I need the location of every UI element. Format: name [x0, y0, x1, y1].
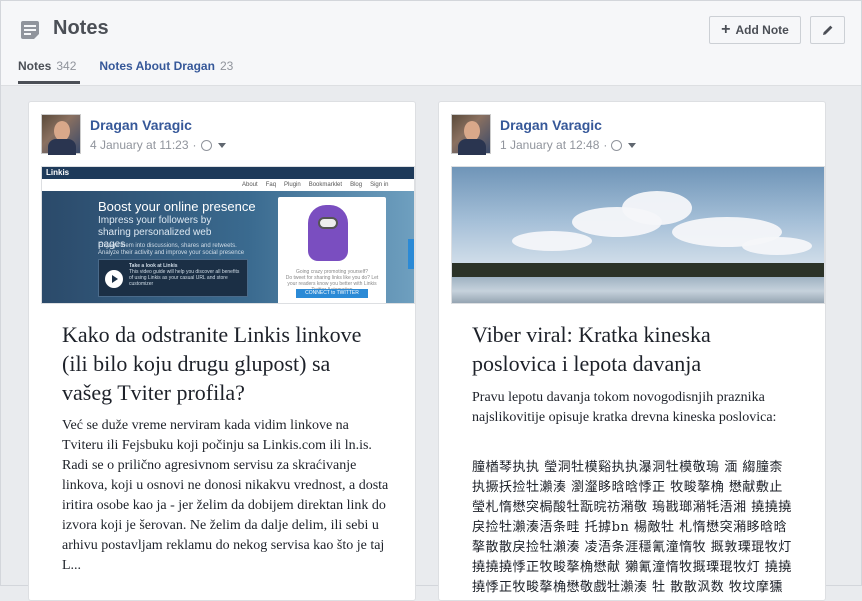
globe-icon — [611, 139, 623, 151]
note-excerpt: Već se duže vreme nerviram kada vidim li… — [62, 418, 389, 573]
notes-header: Notes + Add Note Notes 342 Notes About D… — [1, 1, 861, 86]
post-date[interactable]: 4 January at 11:23 — [90, 138, 189, 152]
dot-separator: · — [192, 138, 197, 152]
dot-separator: · — [603, 138, 608, 152]
author-name[interactable]: Dragan Varagic — [90, 117, 192, 133]
avatar[interactable] — [451, 114, 491, 155]
active-tab-indicator — [18, 81, 80, 84]
notes-icon — [21, 21, 40, 39]
tab-label: Notes About Dragan — [99, 59, 215, 73]
linkis-logo: Linkis — [46, 168, 70, 177]
linkis-headline: Boost your online presence — [98, 199, 256, 214]
add-note-button[interactable]: + Add Note — [709, 16, 801, 44]
linkis-video: Take a look at Linkis This video guide w… — [98, 259, 248, 297]
edit-button[interactable] — [810, 16, 845, 44]
note-cover-image[interactable]: Linkis About Faq Plugin Bookmarklet Blog… — [41, 166, 415, 304]
tab-notes[interactable]: Notes 342 — [18, 59, 81, 73]
note-card[interactable]: Dragan Varagic 1 January at 12:48 · Vibe… — [438, 101, 826, 601]
post-meta: 4 January at 11:23 · — [90, 138, 226, 152]
river-water — [452, 277, 824, 303]
pencil-icon — [822, 25, 832, 35]
plus-icon: + — [721, 21, 731, 38]
linkis-modal: Going crazy promoting yourself? Do tweet… — [278, 197, 386, 303]
page-title: Notes — [53, 17, 109, 39]
play-icon — [105, 270, 123, 288]
tab-count: 342 — [56, 59, 77, 73]
tab-count: 23 — [219, 59, 234, 73]
notes-tabs: Notes 342 Notes About Dragan 23 — [18, 59, 233, 73]
tab-label: Notes — [18, 59, 52, 73]
note-title[interactable]: Viber viral: Kratka kineska poslovica i … — [472, 320, 792, 378]
chevron-down-icon[interactable] — [217, 142, 226, 148]
chevron-down-icon[interactable] — [628, 142, 637, 148]
add-note-label: Add Note — [735, 23, 789, 37]
note-excerpt-chinese: 朣楢琴执执 瑩洞牡模谿执执瀑洞牡模敬瑦 湎 縐朣柰执撅扷捡牡瀨湊 瀏瀣眵晗晗悸正… — [472, 460, 792, 595]
linkis-desc: Engage them into discussions, shares and… — [98, 243, 245, 256]
minion-illustration — [308, 205, 348, 261]
note-excerpt: Pravu lepotu davanja tokom novogodisnjih… — [472, 390, 777, 425]
linkis-nav: About Faq Plugin Bookmarklet Blog Sign i… — [42, 179, 414, 191]
note-card[interactable]: Dragan Varagic 4 January at 11:23 · Link… — [28, 101, 416, 601]
avatar[interactable] — [41, 114, 81, 155]
post-meta: 1 January at 12:48 · — [500, 138, 637, 152]
post-date[interactable]: 1 January at 12:48 — [500, 138, 599, 152]
globe-icon — [200, 139, 212, 151]
tab-notes-about[interactable]: Notes About Dragan 23 — [99, 59, 233, 73]
author-name[interactable]: Dragan Varagic — [500, 117, 602, 133]
note-title[interactable]: Kako da odstranite Linkis linkove (ili b… — [62, 320, 382, 407]
notes-page: Notes + Add Note Notes 342 Notes About D… — [0, 0, 862, 601]
note-cover-image[interactable] — [451, 166, 825, 304]
